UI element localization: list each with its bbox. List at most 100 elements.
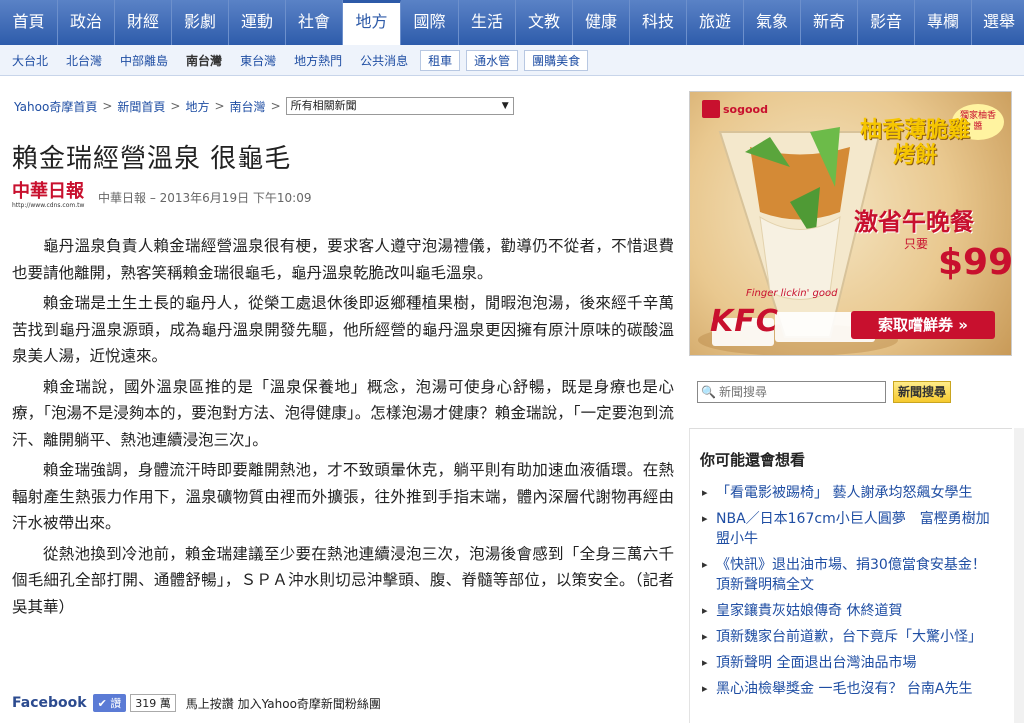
subnav-link[interactable]: 中部離島 (111, 52, 177, 69)
ad-price-prefix: 只要 (904, 237, 929, 251)
news-search-box: 🔍 (697, 381, 886, 403)
related-item[interactable]: ▸ NBA／日本167cm小巨人圓夢 富樫勇樹加盟小牛 (700, 509, 1000, 549)
related-item-link[interactable]: 「看電影被踢椅」 藝人謝承均怒飆女學生 (716, 485, 972, 501)
like-button[interactable]: ✔ 讚 (92, 694, 127, 712)
nav-tab[interactable]: 首頁 (0, 0, 58, 45)
subnav-link-active[interactable]: 南台灣 (177, 52, 231, 69)
related-item[interactable]: ▸ 《快訊》退出油市場、捐30億當食安基金！ 頂新聲明稿全文 (700, 555, 1000, 595)
nav-tab[interactable]: 新奇 (801, 0, 858, 45)
breadcrumb-separator: > (270, 99, 281, 113)
breadcrumb-separator: > (214, 99, 225, 113)
bullet-icon: ▸ (702, 512, 708, 525)
article-paragraph: 賴金瑞強調，身體流汗時即要離開熱池，才不致頭暈休克，躺平則有助加速血液循環。在熱… (12, 461, 674, 532)
bullet-icon: ▸ (702, 604, 708, 617)
facebook-bar: Facebook ✔ 讚 319 萬 馬上按讚 加入Yahoo奇摩新聞粉絲團 (12, 694, 381, 712)
check-icon: ✔ (97, 697, 107, 710)
breadcrumb-link[interactable]: 新聞首頁 (117, 98, 165, 115)
subnav-link[interactable]: 大台北 (0, 52, 57, 69)
kfc-ad[interactable]: sogood 獨家柚香醬 柚香薄脆雞烤餅 激省午晚餐 只要 $99 Finger… (689, 91, 1012, 356)
bullet-icon: ▸ (702, 486, 708, 499)
nav-tab-active[interactable]: 地方 (343, 0, 401, 45)
search-input[interactable] (718, 385, 879, 399)
ad-cta-button[interactable]: 索取嚐鮮券 » (851, 311, 995, 339)
nav-tab[interactable]: 運動 (229, 0, 286, 45)
facebook-label[interactable]: Facebook (12, 695, 87, 711)
source-logo-text: 中華日報 (12, 181, 84, 202)
nav-tab[interactable]: 影音 (858, 0, 915, 45)
subnav-boxed-link[interactable]: 租車 (420, 49, 461, 71)
subnav-link[interactable]: 北台灣 (57, 52, 111, 69)
nav-tab[interactable]: 氣象 (744, 0, 801, 45)
kfc-badge: sogood (702, 100, 768, 118)
bullet-icon: ▸ (702, 630, 708, 643)
ad-slogan: Finger lickin' good (746, 288, 838, 299)
subnav-link[interactable]: 公共消息 (351, 52, 420, 69)
related-news-panel: 你可能還會想看 ▸ 「看電影被踢椅」 藝人謝承均怒飆女學生 ▸ NBA／日本167c… (689, 428, 1012, 723)
bullet-icon: ▸ (702, 682, 708, 695)
article-paragraph: 龜丹溫泉負責人賴金瑞經營溫泉很有梗，要求客人遵守泡湯禮儀，勸導仍不從者，不惜退費… (12, 237, 674, 282)
kfc-logo: KFC (710, 304, 779, 339)
search-icon: 🔍 (701, 385, 716, 399)
article-paragraph: 賴金瑞是土生土長的龜丹人，從榮工處退休後即返鄉種植果樹，閒暇泡泡湯，後來經千辛萬… (12, 294, 674, 365)
related-item-link[interactable]: 黑心油檢舉獎金 一毛也沒有？ 台南A先生 (716, 681, 972, 697)
ad-promo: 激省午晚餐 (854, 208, 974, 236)
nav-tab[interactable]: 健康 (573, 0, 630, 45)
related-item[interactable]: ▸ 「看電影被踢椅」 藝人謝承均怒飆女學生 (700, 483, 1000, 503)
subnav-boxed-link[interactable]: 團購美食 (524, 49, 589, 71)
search-button[interactable]: 新聞搜尋 (893, 381, 952, 403)
ad-price: $99 (938, 242, 1012, 283)
article-paragraph: 從熱池換到冷池前，賴金瑞建議至少要在熱池連續浸泡三次，泡湯後會感到「全身三萬六千… (12, 544, 674, 616)
like-label: 讚 (110, 697, 122, 710)
ad-cta-label: 索取嚐鮮券 (878, 316, 954, 334)
nav-tab[interactable]: 生活 (459, 0, 516, 45)
breadcrumb-separator: > (102, 99, 113, 113)
facebook-join-text: 馬上按讚 加入Yahoo奇摩新聞粉絲團 (185, 696, 381, 711)
article-title: 賴金瑞經營溫泉 很龜毛 (12, 144, 292, 174)
bullet-icon: ▸ (702, 558, 708, 571)
breadcrumb-link[interactable]: 地方 (185, 98, 209, 115)
nav-tab[interactable]: 科技 (630, 0, 687, 45)
nav-tab[interactable]: 影劇 (172, 0, 229, 45)
article-paragraph: 賴金瑞說，國外溫泉區推的是「溫泉保養地」概念，泡湯可使身心舒暢，既是身療也是心療… (12, 377, 674, 449)
related-news-select[interactable]: 所有相關新聞 ▼ (285, 97, 514, 115)
sub-nav: 大台北 北台灣 中部離島 南台灣 東台灣 地方熱門 公共消息 租車 通水管 團購… (0, 45, 1024, 76)
related-item-link[interactable]: 頂新聲明 全面退出台灣油品市場 (716, 655, 916, 671)
related-list: ▸ 「看電影被踢椅」 藝人謝承均怒飆女學生 ▸ NBA／日本167cm小巨人圓夢 富… (700, 483, 1000, 705)
related-item-link[interactable]: NBA／日本167cm小巨人圓夢 富樫勇樹加盟小牛 (716, 511, 990, 547)
nav-tab[interactable]: 文教 (516, 0, 573, 45)
bullet-icon: ▸ (702, 656, 708, 669)
breadcrumb-link[interactable]: 南台灣 (230, 98, 266, 115)
related-item[interactable]: ▸ 頂新魏家台前道歉，台下竟斥「大驚小怪」 (700, 627, 1000, 647)
subnav-link[interactable]: 地方熱門 (285, 52, 351, 69)
top-nav: 首頁 政治 財經 影劇 運動 社會 地方 國際 生活 文教 健康 科技 旅遊 氣… (0, 0, 1024, 45)
subnav-link[interactable]: 東台灣 (231, 52, 285, 69)
related-item-link[interactable]: 皇家鑲貴灰姑娘傳奇 休終道賀 (716, 603, 902, 619)
breadcrumb: Yahoo奇摩首頁 > 新聞首頁 > 地方 > 南台灣 > 所有相關新聞 ▼ (14, 97, 514, 115)
byline: 中華日報 – 2013年6月19日 下午10:09 (98, 191, 312, 205)
select-value: 所有相關新聞 (290, 99, 357, 112)
article-body: 龜丹溫泉負責人賴金瑞經營溫泉很有梗，要求客人遵守泡湯禮儀，勸導仍不從者，不惜退費… (12, 233, 674, 624)
nav-tab[interactable]: 專欄 (915, 0, 972, 45)
subnav-boxed-link[interactable]: 通水管 (466, 49, 519, 71)
related-item[interactable]: ▸ 黑心油檢舉獎金 一毛也沒有？ 台南A先生 (700, 679, 1000, 699)
scrollbar[interactable] (1014, 428, 1024, 723)
source-logo-url: http://www.cdns.com.tw (12, 202, 85, 209)
related-item-link[interactable]: 《快訊》退出油市場、捐30億當食安基金！ 頂新聲明稿全文 (716, 557, 1000, 593)
nav-tab[interactable]: 財經 (115, 0, 172, 45)
nav-tab[interactable]: 選舉 (972, 0, 1024, 45)
chevron-right-icon: » (958, 316, 968, 334)
dropdown-arrow-icon: ▼ (501, 101, 509, 111)
nav-tab[interactable]: 社會 (286, 0, 343, 45)
related-item[interactable]: ▸ 皇家鑲貴灰姑娘傳奇 休終道賀 (700, 601, 1000, 621)
related-item[interactable]: ▸ 頂新聲明 全面退出台灣油品市場 (700, 653, 1000, 673)
breadcrumb-separator: > (170, 99, 181, 113)
nav-tab[interactable]: 國際 (401, 0, 459, 45)
colonel-logo-icon (702, 100, 720, 118)
related-item-link[interactable]: 頂新魏家台前道歉，台下竟斥「大驚小怪」 (716, 629, 982, 645)
like-count: 319 萬 (130, 694, 176, 712)
nav-tab[interactable]: 旅遊 (687, 0, 744, 45)
source-logo[interactable]: 中華日報 http://www.cdns.com.tw (12, 182, 92, 212)
nav-tab[interactable]: 政治 (58, 0, 115, 45)
breadcrumb-link[interactable]: Yahoo奇摩首頁 (14, 98, 97, 115)
ad-product: 柚香薄脆雞烤餅 (860, 118, 971, 168)
